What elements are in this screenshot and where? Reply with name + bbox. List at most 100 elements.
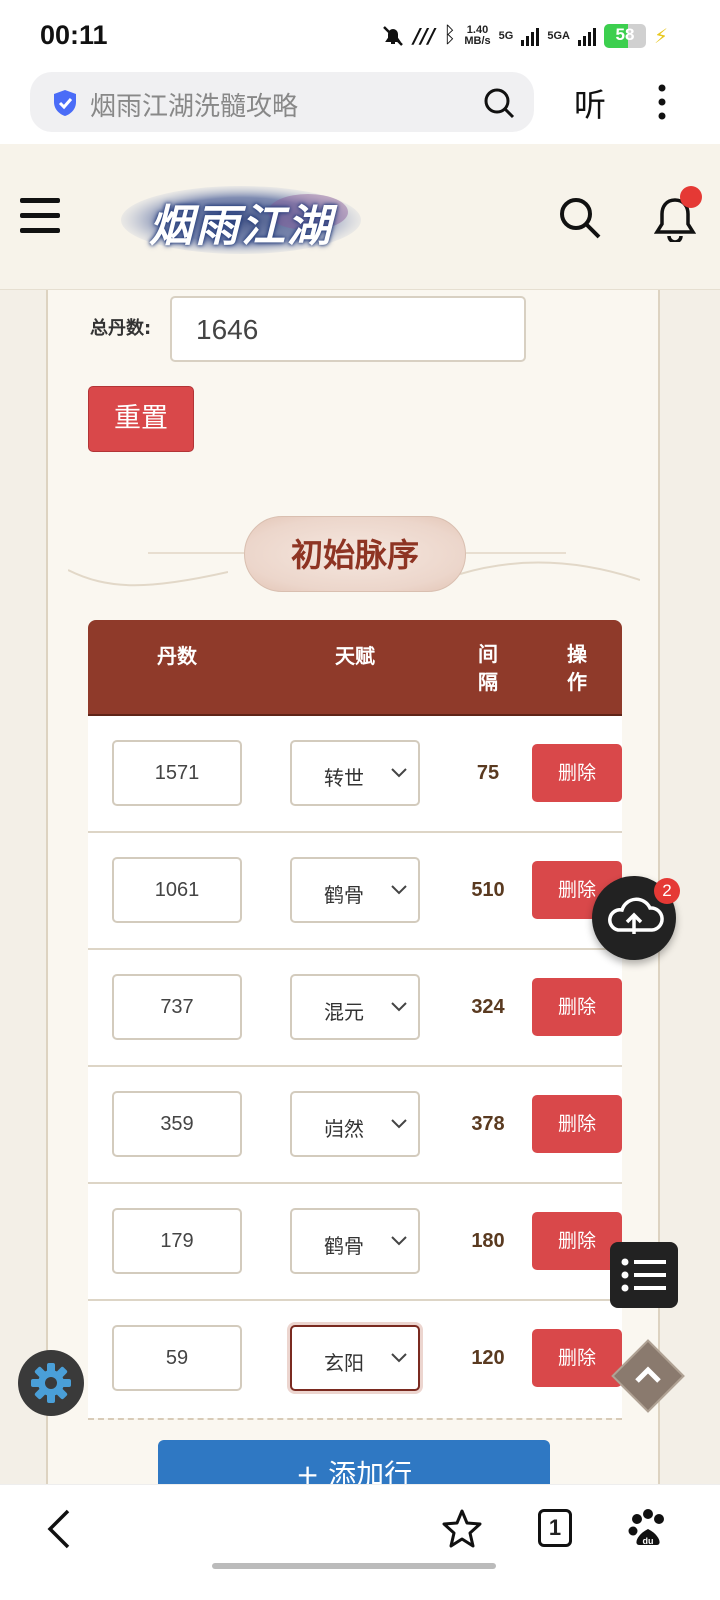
delete-button[interactable]: 删除 bbox=[532, 1095, 622, 1153]
browser-bar: 烟雨江湖洗髓攻略 听 bbox=[0, 72, 720, 144]
content-panel: 总丹数: 1646 重置 初始脉序 丹数 天赋 间 隔 操 作 1571 转世 … bbox=[46, 290, 660, 1486]
speed-unit: MB/s bbox=[464, 35, 491, 47]
table-header: 丹数 天赋 间 隔 操 作 bbox=[88, 620, 622, 716]
divider-line-left bbox=[148, 552, 244, 554]
carrier-icon: /// bbox=[413, 24, 436, 48]
more-options-icon[interactable] bbox=[648, 82, 676, 122]
talent-select[interactable]: 玄阳 bbox=[290, 1325, 420, 1391]
gap-value: 180 bbox=[471, 1230, 505, 1252]
dan-input[interactable]: 737 bbox=[112, 974, 242, 1040]
talent-value: 岿然 bbox=[324, 1117, 364, 1141]
gap-value: 324 bbox=[471, 996, 505, 1018]
delete-button[interactable]: 删除 bbox=[532, 1329, 622, 1387]
chevron-down-icon bbox=[391, 1119, 407, 1129]
divider-line-right bbox=[466, 552, 566, 554]
gap-value: 510 bbox=[471, 879, 505, 901]
status-bar: 00:11 /// ᛒ 1.40 MB/s 5G 5GA 58 ⚡ bbox=[0, 0, 720, 72]
talent-value: 鹤骨 bbox=[324, 1234, 364, 1258]
section-header: 初始脉序 bbox=[48, 516, 658, 592]
baidu-paw-icon[interactable]: du bbox=[626, 1507, 670, 1551]
site-logo[interactable]: 烟雨江湖 bbox=[118, 182, 364, 256]
chevron-down-icon bbox=[391, 1353, 407, 1363]
talent-select[interactable]: 转世 bbox=[290, 740, 420, 806]
shield-icon bbox=[54, 90, 76, 116]
chevron-down-icon bbox=[391, 768, 407, 778]
gap-value: 378 bbox=[471, 1113, 505, 1135]
table-row: 737 混元 324 删除 bbox=[88, 950, 622, 1067]
battery-level: 58 bbox=[615, 25, 635, 44]
table-row: 1061 鹤骨 510 删除 bbox=[88, 833, 622, 950]
gap-value: 75 bbox=[476, 762, 500, 784]
meridian-table: 丹数 天赋 间 隔 操 作 1571 转世 75 删除 1061 鹤骨 510 … bbox=[88, 620, 622, 1420]
network-speed: 1.40 MB/s bbox=[464, 25, 490, 47]
dan-input[interactable]: 359 bbox=[112, 1091, 242, 1157]
site-header: 烟雨江湖 bbox=[0, 144, 720, 290]
decorative-wave-left bbox=[68, 569, 228, 587]
dan-input[interactable]: 59 bbox=[112, 1325, 242, 1391]
chevron-up-icon bbox=[635, 1366, 661, 1383]
notification-dot bbox=[680, 186, 702, 208]
site-search-icon[interactable] bbox=[558, 196, 602, 240]
menu-icon[interactable] bbox=[20, 198, 60, 234]
talent-value: 转世 bbox=[324, 766, 364, 790]
network-type-2: 5GA bbox=[547, 30, 570, 42]
svg-text:du: du bbox=[643, 1536, 654, 1546]
header-dan: 丹数 bbox=[157, 644, 197, 668]
delete-button[interactable]: 删除 bbox=[532, 744, 622, 802]
delete-button[interactable]: 删除 bbox=[532, 978, 622, 1036]
header-op: 操 作 bbox=[567, 642, 587, 694]
charging-icon: ⚡ bbox=[653, 24, 668, 48]
gap-value: 120 bbox=[471, 1347, 505, 1369]
table-row: 359 岿然 378 删除 bbox=[88, 1067, 622, 1184]
total-dan-label: 总丹数: bbox=[90, 318, 152, 339]
tabs-button[interactable]: 1 bbox=[538, 1509, 572, 1547]
chevron-down-icon bbox=[391, 1002, 407, 1012]
url-text: 烟雨江湖洗髓攻略 bbox=[90, 92, 299, 122]
status-time: 00:11 bbox=[40, 20, 108, 50]
section-title: 初始脉序 bbox=[244, 516, 466, 592]
table-row: 1571 转世 75 删除 bbox=[88, 716, 622, 833]
add-row-button[interactable]: + 添加行 bbox=[158, 1440, 550, 1486]
delete-button[interactable]: 删除 bbox=[532, 1212, 622, 1270]
network-type-1: 5G bbox=[498, 30, 514, 42]
home-indicator bbox=[212, 1563, 496, 1569]
mute-bell-icon bbox=[383, 26, 404, 46]
listen-button[interactable]: 听 bbox=[574, 80, 606, 126]
table-bottom-divider bbox=[88, 1418, 622, 1420]
talent-value: 混元 bbox=[324, 1000, 364, 1024]
back-icon[interactable] bbox=[40, 1507, 84, 1551]
header-gap: 间 隔 bbox=[478, 642, 498, 694]
reset-button[interactable]: 重置 bbox=[88, 386, 194, 452]
battery-icon: 58 bbox=[603, 24, 646, 48]
url-bar[interactable]: 烟雨江湖洗髓攻略 bbox=[30, 72, 534, 132]
decorative-wave-right bbox=[460, 561, 640, 581]
search-icon[interactable] bbox=[482, 86, 516, 120]
bluetooth-icon: ᛒ bbox=[443, 23, 457, 48]
logo-text: 烟雨江湖 bbox=[149, 201, 333, 252]
dan-input[interactable]: 1571 bbox=[112, 740, 242, 806]
total-dan-input[interactable]: 1646 bbox=[170, 296, 526, 362]
chevron-down-icon bbox=[391, 1236, 407, 1246]
star-icon[interactable] bbox=[440, 1507, 484, 1551]
cloud-badge: 2 bbox=[654, 878, 680, 904]
gear-icon bbox=[31, 1363, 71, 1403]
list-menu-button[interactable] bbox=[610, 1242, 678, 1308]
signal-icon-2 bbox=[577, 26, 596, 46]
status-icons: /// ᛒ 1.40 MB/s 5G 5GA 58 ⚡ bbox=[381, 24, 668, 48]
table-row: 179 鹤骨 180 删除 bbox=[88, 1184, 622, 1301]
table-row: 59 玄阳 120 删除 bbox=[88, 1301, 622, 1418]
talent-value: 鹤骨 bbox=[324, 883, 364, 907]
talent-select[interactable]: 鹤骨 bbox=[290, 857, 420, 923]
talent-value: 玄阳 bbox=[324, 1351, 364, 1375]
dan-input[interactable]: 179 bbox=[112, 1208, 242, 1274]
settings-button[interactable] bbox=[18, 1350, 84, 1416]
chevron-down-icon bbox=[391, 885, 407, 895]
browser-bottom-nav: 1 du bbox=[0, 1484, 720, 1600]
dan-input[interactable]: 1061 bbox=[112, 857, 242, 923]
header-talent: 天赋 bbox=[335, 644, 375, 668]
talent-select[interactable]: 鹤骨 bbox=[290, 1208, 420, 1274]
list-icon bbox=[621, 1258, 666, 1292]
talent-select[interactable]: 岿然 bbox=[290, 1091, 420, 1157]
signal-icon bbox=[521, 26, 540, 46]
talent-select[interactable]: 混元 bbox=[290, 974, 420, 1040]
